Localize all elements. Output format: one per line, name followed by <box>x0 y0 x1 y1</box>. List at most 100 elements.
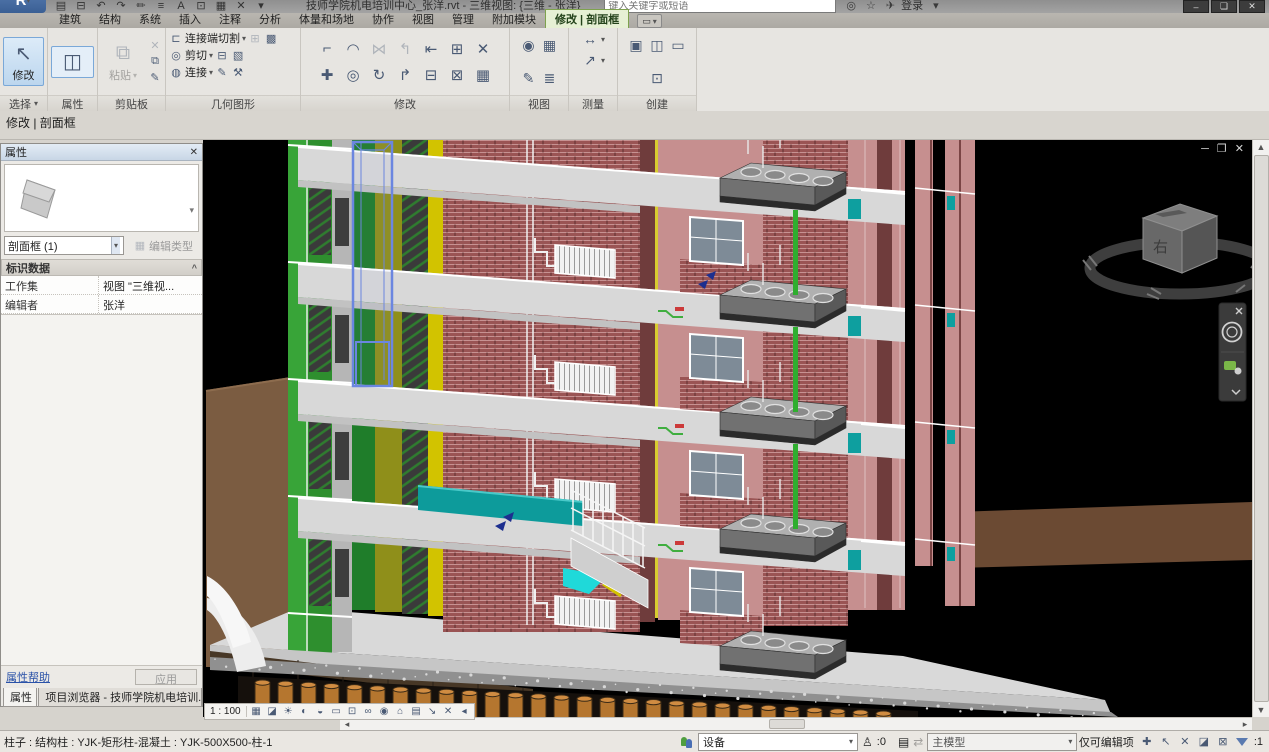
tab-view[interactable]: 视图 <box>403 10 443 28</box>
modify-tool-1-icon[interactable]: ◠ <box>344 40 362 58</box>
modify-tool-3-icon[interactable]: ↰ <box>396 40 414 58</box>
view-restore-button[interactable]: ❐ <box>1217 144 1227 155</box>
search-input[interactable] <box>605 1 835 12</box>
tab-architecture[interactable]: 建筑 <box>50 10 90 28</box>
view-control-11-icon[interactable]: ↘ <box>426 706 439 718</box>
create-similar-icon[interactable]: ◫ <box>648 36 666 54</box>
scroll-right-icon[interactable]: ▸ <box>1238 718 1252 730</box>
tab-systems[interactable]: 系统 <box>130 10 170 28</box>
lightbulb-icon[interactable]: ◉ <box>520 36 538 54</box>
copy-icon[interactable]: ⧉ <box>148 55 162 69</box>
scroll-up-icon[interactable]: ▲ <box>1253 140 1269 154</box>
view-control-13-icon[interactable]: ◂ <box>458 706 471 718</box>
property-row[interactable]: 编辑者 张洋 <box>1 295 202 314</box>
apply-button[interactable]: 应用 <box>135 669 197 685</box>
help-dropdown-icon[interactable]: ▾ <box>933 0 939 13</box>
cut-icon[interactable]: ✕ <box>148 39 162 53</box>
active-workset-select[interactable]: 设备 ▾ <box>698 733 858 751</box>
horizontal-scroll-thumb[interactable] <box>769 719 805 729</box>
sign-in-button[interactable]: 登录 <box>901 0 923 13</box>
view-control-9-icon[interactable]: ⌂ <box>394 706 407 718</box>
paint-icon[interactable]: ✎ <box>215 65 229 79</box>
collapse-icon[interactable]: ^ <box>192 263 197 273</box>
worksets-icon[interactable] <box>680 735 694 749</box>
scroll-down-icon[interactable]: ▼ <box>1253 703 1269 717</box>
ruler-icon[interactable]: ↔ <box>581 30 599 48</box>
modify-tool-11-icon[interactable]: ⊟ <box>422 66 440 84</box>
status-select-0-icon[interactable]: ✚ <box>1140 735 1154 749</box>
horizontal-scroll-track[interactable] <box>354 718 1238 730</box>
exchange-icon[interactable]: ◎ <box>846 0 856 13</box>
view-control-7-icon[interactable]: ∞ <box>362 706 375 718</box>
modify-tool-8-icon[interactable]: ◎ <box>344 66 362 84</box>
modify-tool-12-icon[interactable]: ⊠ <box>448 66 466 84</box>
tab-collaborate[interactable]: 协作 <box>363 10 403 28</box>
modify-tool-0-icon[interactable]: ⌐ <box>318 40 336 58</box>
cut-joins-button[interactable]: ⊏ 连接端切割▾ ⊞ ▩ <box>169 30 278 46</box>
tab-structure[interactable]: 结构 <box>90 10 130 28</box>
properties-help-link[interactable]: 属性帮助 <box>6 669 50 685</box>
view-control-3-icon[interactable]: ◐ <box>298 706 311 718</box>
status-select-1-icon[interactable]: ↖ <box>1159 735 1173 749</box>
create-assembly-icon[interactable]: ⊡ <box>648 69 666 87</box>
type-selector[interactable]: 剖面框 (1) ▾ <box>4 236 124 255</box>
ribbon-collapse-button[interactable]: ▭▾ <box>637 14 662 28</box>
view-control-12-icon[interactable]: ✕ <box>442 706 455 718</box>
unjoin-icon[interactable]: ▧ <box>231 48 245 62</box>
tab-manage[interactable]: 管理 <box>443 10 483 28</box>
properties-toggle-button[interactable]: ◫ <box>51 46 94 78</box>
view-control-4-icon[interactable]: ◒ <box>314 706 327 718</box>
navigation-bar[interactable] <box>1219 303 1246 401</box>
tab-massing-site[interactable]: 体量和场地 <box>290 10 363 28</box>
modify-tool-5-icon[interactable]: ⊞ <box>448 40 466 58</box>
chevron-down-icon[interactable]: ▾ <box>189 205 194 216</box>
view-control-5-icon[interactable]: ▭ <box>330 706 343 718</box>
vertical-scrollbar[interactable]: ▲ ▼ <box>1252 140 1269 717</box>
modify-tool-7-icon[interactable]: ✚ <box>318 66 336 84</box>
modify-tool-10-icon[interactable]: ↱ <box>396 66 414 84</box>
tab-modify-section-box[interactable]: 修改 | 剖面框 <box>545 9 629 28</box>
cope-icon[interactable]: ⊞ <box>248 31 262 45</box>
match-properties-icon[interactable]: ✎ <box>148 71 162 85</box>
status-select-2-icon[interactable]: ✕ <box>1178 735 1192 749</box>
tab-annotate[interactable]: 注释 <box>210 10 250 28</box>
create-group-icon[interactable]: ▣ <box>627 36 645 54</box>
demolish-hammer-icon[interactable]: ⚒ <box>231 65 245 79</box>
filter-icon[interactable] <box>1236 738 1248 746</box>
override-lines-icon[interactable]: ≣ <box>541 69 559 87</box>
view-minimize-button[interactable]: ─ <box>1201 144 1209 155</box>
properties-header[interactable]: 属性 ✕ <box>1 144 202 161</box>
view-control-8-icon[interactable]: ◉ <box>378 706 391 718</box>
property-row[interactable]: 工作集 视图 "三维视... <box>1 276 202 295</box>
paste-button[interactable]: ⧉ 粘贴▾ <box>101 37 145 86</box>
tab-insert[interactable]: 插入 <box>170 10 210 28</box>
restore-button[interactable]: ❏ <box>1211 0 1237 13</box>
hide-window-icon[interactable]: ▦ <box>541 36 559 54</box>
wall-joins-icon[interactable]: ▩ <box>264 31 278 45</box>
status-select-4-icon[interactable]: ⊠ <box>1216 735 1230 749</box>
minimize-button[interactable]: – <box>1183 0 1209 13</box>
view-control-6-icon[interactable]: ⊡ <box>346 706 359 718</box>
modify-tool-9-icon[interactable]: ↻ <box>370 66 388 84</box>
close-button[interactable]: ✕ <box>1239 0 1265 13</box>
status-select-3-icon[interactable]: ◪ <box>1197 735 1211 749</box>
view-control-2-icon[interactable]: ☀ <box>282 706 295 718</box>
view-control-0-icon[interactable]: ▦ <box>250 706 263 718</box>
view-control-10-icon[interactable]: ▤ <box>410 706 423 718</box>
tab-addins[interactable]: 附加模块 <box>483 10 545 28</box>
join-button[interactable]: ◍ 连接▾ ✎ ⚒ <box>169 64 245 80</box>
scale-button[interactable]: 1 : 100 <box>208 706 247 717</box>
design-options-icon[interactable]: ▤ <box>898 735 909 749</box>
design-option-select[interactable]: 主模型 ▾ <box>927 733 1077 751</box>
view-control-1-icon[interactable]: ◪ <box>266 706 279 718</box>
tab-properties-palette[interactable]: 属性 <box>3 688 37 707</box>
modify-tool-4-icon[interactable]: ⇤ <box>422 40 440 58</box>
create-parts-icon[interactable]: ▭ <box>669 36 687 54</box>
tab-project-browser[interactable]: 项目浏览器 - 技师学院机电培训... <box>38 688 202 707</box>
section-identity-data[interactable]: 标识数据 ^ <box>1 259 202 276</box>
linework-brush-icon[interactable]: ✎ <box>520 69 538 87</box>
view-cube-face-label[interactable]: 右 <box>1153 239 1168 256</box>
modify-button[interactable]: ↖ 修改 <box>3 37 44 86</box>
tab-analyze[interactable]: 分析 <box>250 10 290 28</box>
drawing-area[interactable]: 右 ─ ❐ ✕ <box>203 140 1252 717</box>
